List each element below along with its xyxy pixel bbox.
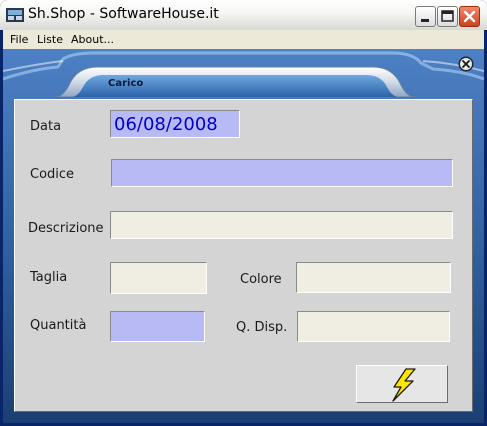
qdisp-label: Q. Disp.	[236, 320, 288, 335]
colore-label: Colore	[240, 272, 282, 287]
codice-field[interactable]	[111, 159, 453, 187]
descrizione-field[interactable]	[110, 211, 453, 239]
minimize-button[interactable]	[415, 6, 436, 27]
maximize-icon	[441, 10, 454, 22]
close-icon	[463, 10, 476, 23]
close-button[interactable]	[459, 6, 480, 27]
colore-field[interactable]	[296, 262, 451, 293]
lightning-icon	[392, 368, 416, 402]
execute-button[interactable]	[356, 365, 448, 403]
quantita-field[interactable]	[110, 311, 205, 342]
codice-label: Codice	[30, 167, 75, 182]
quantita-label: Quantità	[30, 318, 87, 333]
maximize-button[interactable]	[437, 6, 458, 27]
menu-file[interactable]: File	[10, 33, 28, 46]
child-close-icon[interactable]	[458, 56, 474, 72]
window-title: Sh.Shop - SoftwareHouse.it	[28, 6, 219, 22]
taglia-label: Taglia	[30, 270, 68, 285]
taglia-field[interactable]	[110, 262, 207, 294]
minimize-icon	[421, 19, 429, 22]
app-window: Sh.Shop - SoftwareHouse.it File Liste Ab…	[0, 0, 487, 426]
data-field[interactable]: 06/08/2008	[110, 110, 240, 138]
form-title: Carico	[108, 78, 144, 89]
data-value: 06/08/2008	[114, 114, 218, 135]
descrizione-label: Descrizione	[28, 221, 104, 236]
app-icon	[6, 8, 24, 22]
data-label: Data	[30, 119, 62, 134]
menu-bar: File Liste About...	[3, 30, 484, 49]
title-bar[interactable]: Sh.Shop - SoftwareHouse.it	[0, 0, 487, 30]
menu-liste[interactable]: Liste	[37, 33, 63, 46]
qdisp-field[interactable]	[297, 311, 450, 342]
menu-about[interactable]: About...	[71, 33, 114, 46]
